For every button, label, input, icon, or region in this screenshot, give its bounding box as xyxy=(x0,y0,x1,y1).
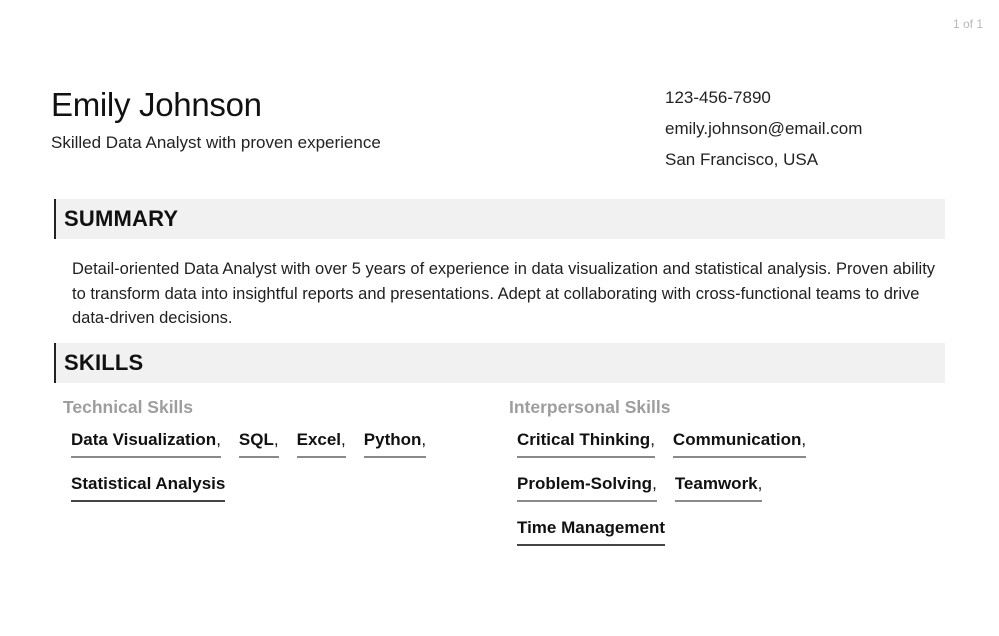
contact-info: 123-456-7890 emily.johnson@email.com San… xyxy=(665,88,862,181)
skill-label: Teamwork xyxy=(674,474,758,493)
skills-section-title: SKILLS xyxy=(54,343,945,383)
skill-label: Python xyxy=(363,430,422,449)
skill-label: SQL xyxy=(238,430,274,449)
skill-separator: , xyxy=(757,474,763,493)
skill-label: Critical Thinking xyxy=(517,430,651,449)
skill-item: Communication, xyxy=(672,429,807,458)
resume-page: 1 of 1 Emily Johnson Skilled Data Analys… xyxy=(0,0,999,636)
skill-label: Communication xyxy=(672,430,802,449)
technical-skills-list: Data Visualization, SQL, Excel, Python, Stat… xyxy=(63,429,463,517)
technical-skills-group: Technical Skills Data Visualization, SQL,… xyxy=(63,396,483,517)
skill-separator: , xyxy=(801,430,807,449)
skill-item: Problem-Solving, xyxy=(517,473,657,502)
skill-label: Problem-Solving xyxy=(517,474,653,493)
candidate-name: Emily Johnson xyxy=(51,86,262,123)
skill-item: Teamwork, xyxy=(674,473,763,502)
skill-item: Python, xyxy=(363,429,427,458)
skill-separator: , xyxy=(650,430,655,449)
skill-separator: , xyxy=(273,430,279,449)
skill-item: Time Management xyxy=(517,517,666,546)
page-counter: 1 of 1 xyxy=(952,17,983,31)
candidate-tagline: Skilled Data Analyst with proven experie… xyxy=(51,133,381,152)
skill-separator: , xyxy=(216,430,221,449)
interpersonal-skills-group: Interpersonal Skills Critical Thinking, C… xyxy=(509,396,929,561)
skill-separator: , xyxy=(341,430,346,449)
contact-email: emily.johnson@email.com xyxy=(665,119,863,138)
skill-label: Statistical Analysis xyxy=(71,474,226,493)
skill-item: Statistical Analysis xyxy=(71,473,226,502)
interpersonal-skills-list: Critical Thinking, Communication, Problem-… xyxy=(509,429,909,561)
skill-label: Data Visualization xyxy=(71,430,217,449)
interpersonal-skills-heading: Interpersonal Skills xyxy=(509,397,671,417)
skill-separator: , xyxy=(421,430,427,449)
skill-item: Critical Thinking, xyxy=(517,429,655,458)
skill-label: Excel xyxy=(296,430,342,449)
skill-item: SQL, xyxy=(238,429,279,458)
technical-skills-heading: Technical Skills xyxy=(63,397,194,417)
resume-header: Emily Johnson Skilled Data Analyst with … xyxy=(51,86,381,153)
skill-item: Excel, xyxy=(296,429,346,458)
contact-location: San Francisco, USA xyxy=(665,150,819,169)
skill-separator: , xyxy=(652,474,657,493)
skill-item: Data Visualization, xyxy=(71,429,221,458)
summary-text: Detail-oriented Data Analyst with over 5… xyxy=(72,260,936,327)
contact-phone: 123-456-7890 xyxy=(665,88,771,107)
skill-label: Time Management xyxy=(517,518,666,537)
summary-section-title: SUMMARY xyxy=(54,199,945,239)
